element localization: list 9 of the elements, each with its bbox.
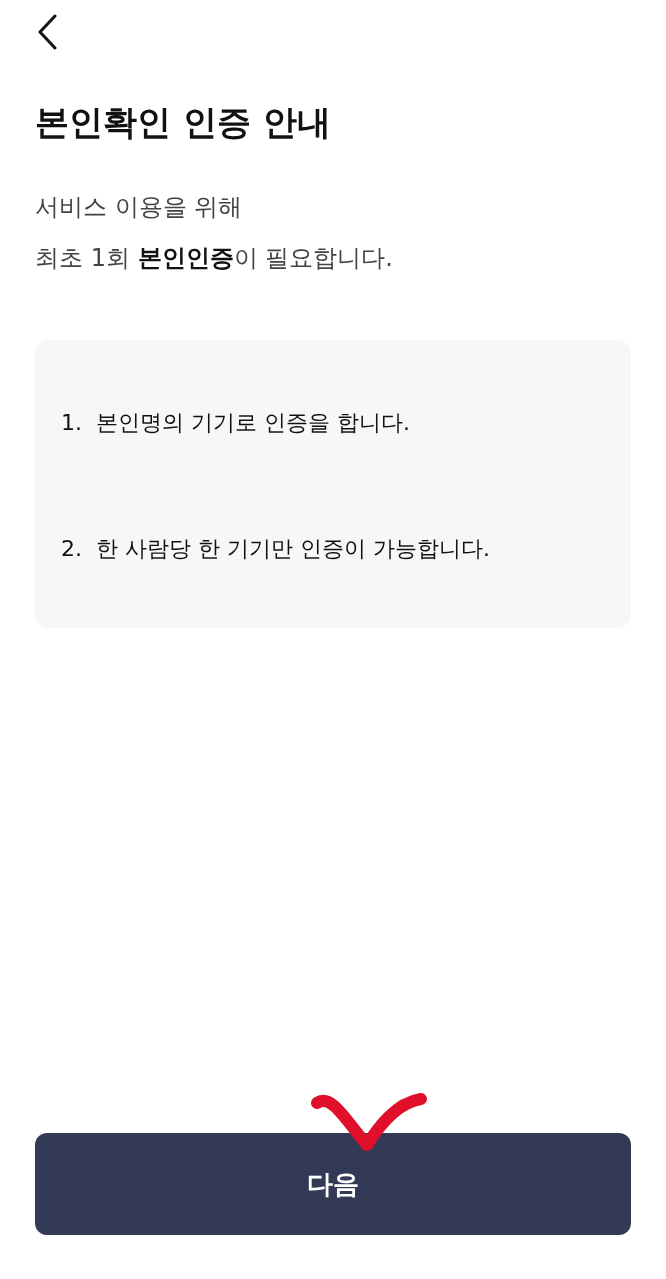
chevron-left-icon: [37, 14, 57, 50]
page-title: 본인확인 인증 안내: [35, 102, 332, 143]
step-text: 본인명의 기기로 인증을 합니다.: [96, 409, 410, 438]
intro-text: 서비스 이용을 위해: [35, 191, 244, 223]
intro-text: 최초 1회 본인인증이 필요합니다.: [35, 242, 394, 274]
step-text: 한 사람당 한 기기만 인증이 가능합니다.: [96, 535, 490, 564]
next-button[interactable]: 다음: [35, 1133, 631, 1235]
step-number: 1.: [61, 409, 82, 438]
step-number: 2.: [61, 535, 82, 564]
